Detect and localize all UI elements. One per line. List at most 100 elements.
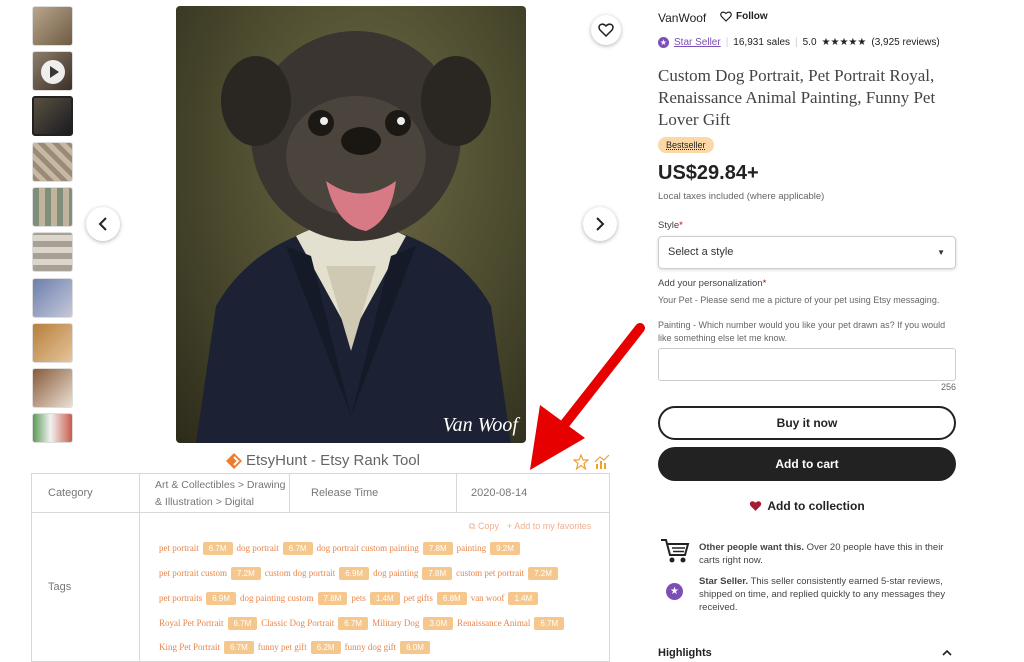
thumbnail-9[interactable]	[32, 368, 73, 408]
required-mark: *	[762, 278, 767, 289]
heart-outline-icon	[720, 11, 732, 22]
star-seller-icon: ★	[666, 583, 683, 600]
tag-name: Royal Pet Portrait	[159, 618, 224, 628]
tag-name: Classic Dog Portrait	[261, 618, 335, 628]
follow-label: Follow	[736, 11, 768, 22]
release-value: 2020-08-14	[456, 473, 610, 513]
divider: |	[795, 37, 798, 48]
add-to-cart-button[interactable]: Add to cart	[658, 447, 956, 481]
sales-count: 16,931 sales	[733, 37, 791, 48]
thumbnail-8[interactable]	[32, 323, 73, 363]
tag-item[interactable]: custom pet portrait 7.2M	[456, 567, 558, 580]
shopping-cart-icon	[661, 539, 690, 563]
tag-volume-badge: 6.7M	[338, 617, 369, 630]
tag-item[interactable]: Renaissance Animal 6.7M	[457, 617, 565, 630]
thumbnail-5[interactable]	[32, 187, 73, 227]
rating-stars: ★★★★★	[821, 37, 867, 48]
tag-name: funny dog gift	[344, 642, 397, 652]
category-label: Category	[31, 473, 140, 513]
tag-name: custom pet portrait	[456, 568, 525, 578]
tag-item[interactable]: Military Dog 3.0M	[372, 617, 454, 630]
bestseller-badge: Bestseller	[658, 137, 714, 153]
tag-item[interactable]: dog painting 7.8M	[373, 567, 453, 580]
tags-label: Tags	[31, 512, 140, 662]
artist-watermark: Van Woof	[442, 414, 518, 436]
tag-row: pet portrait custom 7.2M custom dog portra…	[159, 563, 562, 581]
style-label: Style	[658, 220, 680, 231]
tag-name: pet gifts	[403, 593, 433, 603]
tag-name: painting	[456, 543, 487, 553]
heart-filled-icon	[750, 501, 762, 511]
product-title: Custom Dog Portrait, Pet Portrait Royal,…	[658, 66, 936, 129]
tag-volume-badge: 6.0M	[400, 641, 430, 654]
tag-item[interactable]: dog portrait custom painting 7.8M	[317, 542, 453, 555]
tag-volume-badge: 3.0M	[423, 617, 454, 630]
tag-item[interactable]: pet gifts 6.8M	[404, 592, 467, 605]
thumbnail-video[interactable]	[32, 51, 73, 91]
add-to-collection-button[interactable]: Add to collection	[658, 489, 956, 523]
style-label-row: Style*	[658, 220, 683, 231]
chart-trend-icon[interactable]	[594, 454, 610, 470]
tag-volume-badge: 1.4M	[508, 592, 539, 605]
tag-item[interactable]: custom dog portrait 6.9M	[265, 567, 370, 580]
tag-name: dog painting	[373, 568, 419, 578]
star-outline-icon[interactable]	[573, 454, 589, 470]
etsyhunt-header: EtsyHunt - Etsy Rank Tool	[226, 452, 420, 469]
tag-item[interactable]: pets 1.4M	[351, 592, 400, 605]
demand-text: Other people want this. Over 20 people h…	[699, 541, 954, 567]
tag-item[interactable]: pet portrait custom 7.2M	[159, 567, 261, 580]
tag-volume-badge: 6.7M	[282, 542, 313, 555]
prev-image-button[interactable]	[86, 207, 120, 241]
tag-name: dog portrait	[236, 543, 279, 553]
tag-item[interactable]: Royal Pet Portrait 6.7M	[159, 617, 258, 630]
star-seller-badge-icon: ★	[658, 37, 669, 48]
shop-name[interactable]: VanWoof	[658, 11, 706, 25]
tag-item[interactable]: painting 9.2M	[457, 542, 520, 555]
demand-title: Other people want this.	[699, 542, 805, 553]
tag-volume-badge: 6.7M	[534, 617, 565, 630]
tag-item[interactable]: dog portrait 6.7M	[237, 542, 313, 555]
shop-stats-row: ★ Star Seller | 16,931 sales | 5.0 ★★★★★…	[658, 37, 940, 48]
red-arrow-annotation	[530, 323, 645, 470]
etsyhunt-logo-icon	[226, 452, 242, 469]
required-mark: *	[679, 220, 683, 231]
tag-item[interactable]: van woof 1.4M	[471, 592, 539, 605]
chevron-up-icon[interactable]	[942, 649, 952, 656]
personalization-textarea[interactable]	[658, 348, 956, 381]
tag-item[interactable]: funny dog gift 6.0M	[345, 641, 430, 654]
tag-item[interactable]: funny pet gift 6.2M	[258, 641, 341, 654]
tag-name: pet portrait custom	[159, 568, 227, 578]
tags-toolbar: ⧉ Copy + Add to my favorites	[469, 521, 591, 532]
buy-it-now-button[interactable]: Buy it now	[658, 406, 956, 440]
tag-item[interactable]: King Pet Portrait 6.7M	[159, 641, 254, 654]
add-to-collection-label: Add to collection	[767, 499, 865, 513]
favorite-heart-button[interactable]	[591, 15, 621, 45]
tag-item[interactable]: dog painting custom 7.8M	[240, 592, 348, 605]
thumbnail-6[interactable]	[32, 232, 73, 272]
personalization-label-row: Add your personalization*	[658, 278, 766, 289]
style-select[interactable]: Select a style ▼	[658, 236, 956, 269]
style-select-value: Select a style	[668, 246, 734, 258]
tag-volume-badge: 6.7M	[224, 641, 254, 654]
thumbnail-7[interactable]	[32, 278, 73, 318]
next-image-button[interactable]	[583, 207, 617, 241]
highlights-heading[interactable]: Highlights	[658, 647, 712, 659]
add-favorites-button[interactable]: + Add to my favorites	[507, 521, 591, 532]
review-count[interactable]: (3,925 reviews)	[871, 37, 939, 48]
thumbnail-10[interactable]	[32, 413, 73, 443]
follow-button[interactable]: Follow	[720, 11, 768, 22]
tag-item[interactable]: pet portraits 6.9M	[159, 592, 237, 605]
product-price: US$29.84+	[658, 162, 759, 184]
tax-note: Local taxes included (where applicable)	[658, 191, 825, 202]
thumbnail-4[interactable]	[32, 142, 73, 182]
tag-item[interactable]: pet portrait 6.7M	[159, 542, 233, 555]
tag-volume-badge: 6.7M	[227, 617, 258, 630]
star-seller-link[interactable]: Star Seller	[674, 37, 721, 48]
tag-item[interactable]: Classic Dog Portrait 6.7M	[261, 617, 369, 630]
divider: |	[725, 37, 729, 48]
tag-volume-badge: 7.2M	[528, 567, 558, 580]
thumbnail-1[interactable]	[32, 6, 73, 46]
copy-tags-button[interactable]: ⧉ Copy	[469, 521, 499, 532]
etsyhunt-title: EtsyHunt - Etsy Rank Tool	[246, 452, 420, 469]
thumbnail-3-selected[interactable]	[32, 96, 73, 136]
